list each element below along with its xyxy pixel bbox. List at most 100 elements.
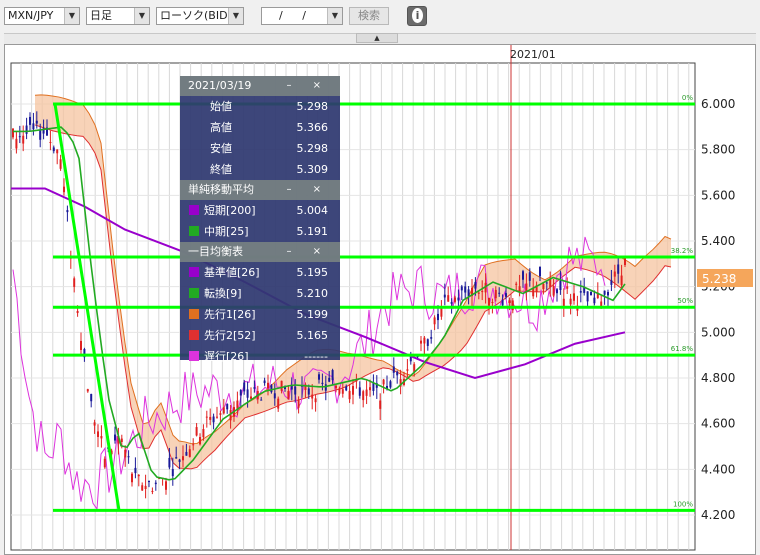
candle-body bbox=[253, 387, 256, 389]
candle-body bbox=[556, 289, 558, 294]
candle-body bbox=[80, 340, 82, 350]
toolbar: MXN/JPY ▼ 日足 ▼ ローソク(BID) ▼ / / ▼ 検索 i bbox=[0, 0, 760, 32]
panel-row-value: 5.210 bbox=[296, 287, 329, 300]
panel-row-value: 5.195 bbox=[296, 266, 329, 279]
price-chart[interactable]: 6.0005.8005.6005.4005.2005.0004.8004.600… bbox=[5, 45, 755, 554]
candle-body bbox=[294, 386, 297, 395]
candle-body bbox=[219, 413, 222, 415]
candle-body bbox=[566, 286, 569, 289]
panel-row-ichimoku: 基準値[26] 5.195 bbox=[180, 262, 340, 283]
panel-row-ohlc: 安値 5.298 bbox=[180, 138, 340, 159]
candle-body bbox=[426, 339, 429, 346]
candle-body bbox=[97, 431, 99, 437]
currency-pair-value: MXN/JPY bbox=[8, 9, 54, 22]
panel-row-value: 5.004 bbox=[296, 204, 329, 217]
currency-pair-select[interactable]: MXN/JPY ▼ bbox=[4, 7, 80, 25]
candle-body bbox=[338, 388, 341, 394]
candle-body bbox=[260, 399, 263, 401]
sma-controls[interactable]: – × bbox=[286, 180, 330, 200]
info-button[interactable]: i bbox=[407, 6, 427, 26]
panel-row-value: 5.191 bbox=[296, 225, 329, 238]
candle-body bbox=[35, 120, 38, 124]
fibonacci-level-label: 50% bbox=[677, 297, 693, 305]
candle-body bbox=[243, 382, 246, 392]
period-select[interactable]: 日足 ▼ bbox=[86, 7, 150, 25]
chevron-down-icon[interactable]: ▼ bbox=[64, 8, 79, 24]
chevron-down-icon[interactable]: ▼ bbox=[228, 8, 243, 24]
candle-body bbox=[141, 485, 144, 491]
series-color-swatch[interactable] bbox=[189, 267, 199, 277]
period-value: 日足 bbox=[90, 9, 112, 22]
chevron-down-icon[interactable]: ▼ bbox=[134, 8, 149, 24]
candle-body bbox=[29, 116, 31, 125]
panel-row-label: 先行1[26] bbox=[204, 308, 256, 321]
candle-body bbox=[311, 394, 314, 399]
candle-body bbox=[165, 481, 167, 490]
candle-body bbox=[545, 282, 548, 284]
panel-date-header[interactable]: 2021/03/19 – × bbox=[180, 76, 340, 96]
series-color-swatch[interactable] bbox=[189, 330, 199, 340]
collapse-arrow-icon[interactable]: ▲ bbox=[356, 33, 398, 43]
candle-body bbox=[518, 286, 521, 291]
candle-body bbox=[246, 389, 249, 398]
candle-body bbox=[144, 485, 147, 490]
candle-body bbox=[188, 449, 191, 457]
candle-body bbox=[603, 290, 606, 295]
candle-body bbox=[423, 337, 426, 344]
search-button[interactable]: 検索 bbox=[349, 7, 389, 25]
candle-body bbox=[335, 385, 337, 389]
candle-body bbox=[474, 281, 477, 289]
panel-row-value: 5.309 bbox=[296, 163, 329, 176]
candle-body bbox=[501, 299, 504, 306]
candle-body bbox=[321, 382, 324, 385]
series-color-swatch[interactable] bbox=[189, 309, 199, 319]
series-color-swatch[interactable] bbox=[189, 351, 199, 361]
panel-controls[interactable]: – × bbox=[286, 76, 330, 96]
date-input[interactable]: / / ▼ bbox=[261, 7, 343, 25]
candle-body bbox=[205, 416, 208, 418]
candle-body bbox=[273, 393, 276, 399]
chevron-down-icon[interactable]: ▼ bbox=[327, 8, 342, 24]
ichimoku-section-header[interactable]: 一目均衡表 – × bbox=[180, 242, 340, 262]
candle-body bbox=[331, 370, 334, 381]
panel-row-label: 遅行[26] bbox=[204, 350, 249, 363]
candle-body bbox=[369, 387, 371, 391]
candle-body bbox=[66, 210, 69, 213]
chart-area[interactable]: 6.0005.8005.6005.4005.2005.0004.8004.600… bbox=[4, 44, 756, 555]
candle-body bbox=[494, 289, 497, 299]
fibonacci-level-label: 38.2% bbox=[671, 247, 694, 255]
y-tick-label: 5.400 bbox=[701, 234, 735, 248]
candle-body bbox=[586, 291, 589, 302]
series-color-swatch[interactable] bbox=[189, 288, 199, 298]
candle-body bbox=[318, 374, 320, 380]
candle-body bbox=[267, 382, 269, 389]
series-color-swatch[interactable] bbox=[189, 205, 199, 215]
panel-row-label: 安値 bbox=[210, 142, 232, 155]
chart-type-select[interactable]: ローソク(BID) ▼ bbox=[156, 7, 244, 25]
candle-body bbox=[620, 275, 623, 286]
candle-body bbox=[511, 300, 514, 311]
ichimoku-controls[interactable]: – × bbox=[286, 242, 330, 262]
panel-row-value: 5.298 bbox=[296, 142, 329, 155]
candle-body bbox=[168, 457, 171, 468]
y-tick-label: 4.200 bbox=[701, 508, 735, 522]
sma-title: 単純移動平均 bbox=[188, 183, 254, 196]
candle-body bbox=[420, 340, 422, 344]
panel-row-label: 終値 bbox=[210, 163, 232, 176]
candle-body bbox=[522, 271, 524, 280]
candle-body bbox=[222, 407, 225, 414]
panel-row-ohlc: 終値 5.309 bbox=[180, 159, 340, 180]
candle-body bbox=[450, 302, 453, 304]
candle-body bbox=[460, 286, 463, 291]
candle-body bbox=[613, 271, 616, 277]
series-color-swatch[interactable] bbox=[189, 226, 199, 236]
panel-row-ichimoku: 先行2[52] 5.165 bbox=[180, 325, 340, 346]
candle-body bbox=[358, 387, 361, 396]
candle-body bbox=[324, 384, 327, 391]
date-input-value: / / bbox=[279, 9, 314, 22]
sma-section-header[interactable]: 単純移動平均 – × bbox=[180, 180, 340, 200]
candle-body bbox=[270, 385, 273, 393]
candle-body bbox=[209, 416, 212, 420]
panel-row-sma: 中期[25] 5.191 bbox=[180, 221, 340, 242]
candle-body bbox=[352, 386, 354, 395]
